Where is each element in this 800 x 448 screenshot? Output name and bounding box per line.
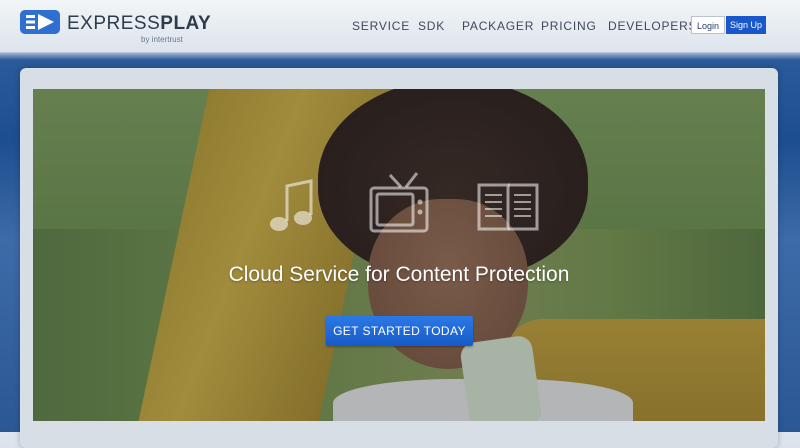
brand-name: EXPRESSPLAY — [67, 13, 211, 35]
site-header: EXPRESSPLAY by intertrust SERVICE SDK PA… — [0, 0, 800, 53]
nav-item-sdk[interactable]: SDK — [418, 19, 445, 33]
hero-title: Cloud Service for Content Protection — [228, 263, 570, 286]
get-started-button[interactable]: GET STARTED TODAY — [326, 316, 473, 346]
brand-name-express: EXPRESS — [67, 13, 161, 34]
brand-tagline: by intertrust — [141, 35, 183, 44]
play-logo-icon — [20, 10, 60, 34]
nav-item-developers[interactable]: DEVELOPERS — [608, 19, 697, 33]
nav-item-packager[interactable]: PACKAGER — [462, 19, 534, 33]
nav-item-pricing[interactable]: PRICING — [541, 19, 597, 33]
hero-icons — [270, 172, 539, 233]
book-icon — [477, 183, 539, 231]
hero-banner: Cloud Service for Content Protection GET… — [33, 89, 765, 421]
tv-icon — [369, 172, 429, 233]
brand-name-play: PLAY — [160, 13, 212, 34]
login-button[interactable]: Login — [691, 16, 725, 34]
nav-item-service[interactable]: SERVICE — [352, 19, 410, 33]
signup-button[interactable]: Sign Up — [726, 16, 766, 34]
music-note-icon — [270, 179, 313, 231]
